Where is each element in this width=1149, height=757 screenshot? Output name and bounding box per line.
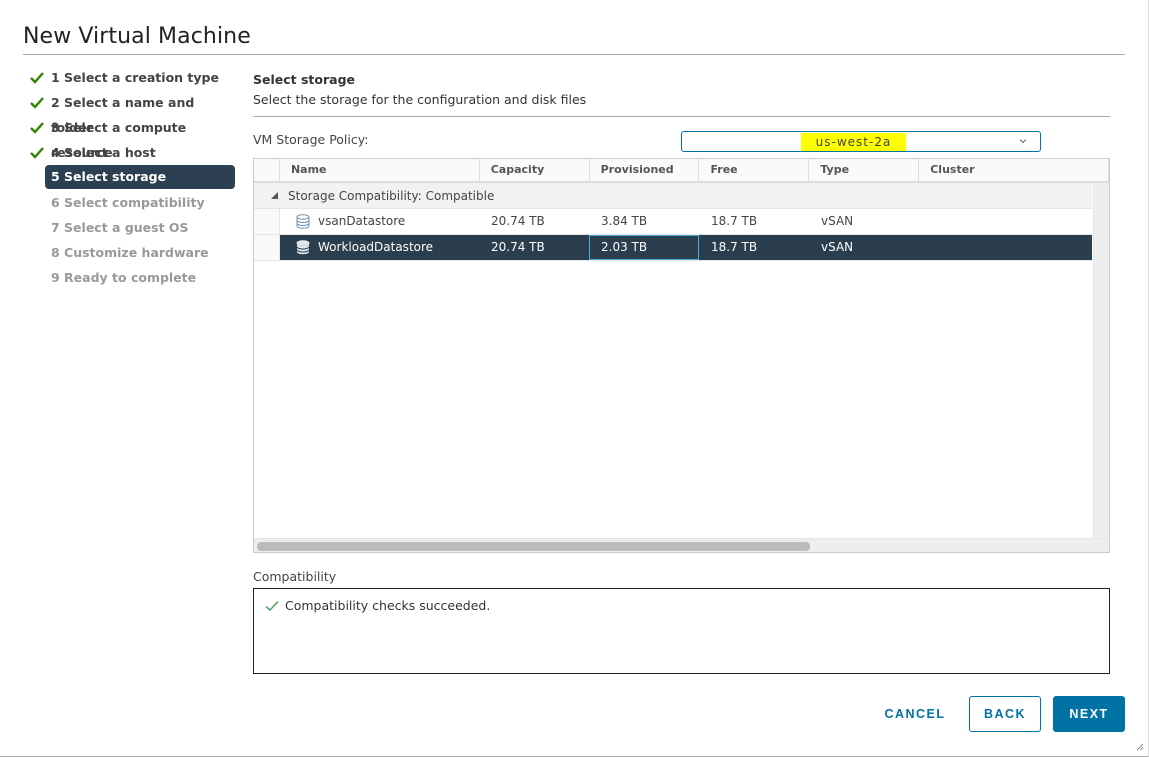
vertical-scrollbar[interactable] (1093, 183, 1109, 540)
step-label: 7 Select a guest OS (51, 220, 189, 235)
cell-type: vSAN (821, 240, 854, 254)
column-header-cluster[interactable]: Cluster (919, 159, 1109, 181)
datastore-name: WorkloadDatastore (318, 240, 434, 254)
datastore-grid: Name Capacity Provisioned Free Type Clus… (253, 158, 1110, 553)
resize-grip-icon[interactable] (1136, 743, 1144, 751)
grid-body: Storage Compatibility: Compatible vsanDa… (254, 183, 1092, 540)
cancel-button[interactable]: CANCEL (872, 696, 958, 732)
select-column-header (254, 159, 280, 181)
row-selector[interactable] (254, 235, 280, 260)
column-header-capacity[interactable]: Capacity (480, 159, 590, 181)
cell-free: 18.7 TB (711, 240, 758, 254)
row-selector[interactable] (254, 209, 280, 234)
step-label: 8 Customize hardware (51, 245, 209, 260)
new-vm-dialog: New Virtual Machine 1 Select a creation … (0, 0, 1149, 757)
cell-free: 18.7 TB (711, 214, 758, 228)
column-header-provisioned[interactable]: Provisioned (590, 159, 700, 181)
section-divider (253, 116, 1110, 117)
column-header-free[interactable]: Free (699, 159, 810, 181)
title-divider (23, 54, 1125, 55)
step-7: 7 Select a guest OS (25, 215, 235, 240)
step-6: 6 Select compatibility (25, 190, 235, 215)
table-row-selected[interactable]: WorkloadDatastore 20.74 TB 2.03 TB 18.7 … (254, 235, 1092, 261)
grid-header: Name Capacity Provisioned Free Type Clus… (254, 159, 1109, 183)
main-panel: Select storage Select the storage for th… (253, 70, 1110, 674)
step-5[interactable]: 5 Select storage (45, 165, 235, 189)
cell-cluster (919, 209, 1092, 234)
step-3[interactable]: 3 Select a compute resource (25, 115, 235, 160)
wizard-steps: 1 Select a creation type 2 Select a name… (25, 65, 235, 290)
row-cells[interactable]: vsanDatastore 20.74 TB 3.84 TB 18.7 TB v… (280, 209, 1092, 234)
check-icon (30, 97, 44, 109)
cell-capacity: 20.74 TB (491, 240, 545, 254)
datastore-icon (296, 214, 310, 229)
cell-cluster (919, 235, 1092, 260)
step-4[interactable]: 4 Select a host (25, 140, 235, 165)
horizontal-scrollbar[interactable] (254, 538, 1109, 552)
group-label: Storage Compatibility: Compatible (288, 189, 495, 203)
success-check-icon (265, 600, 279, 612)
section-title: Select storage (253, 72, 356, 87)
chevron-down-icon (1019, 139, 1027, 144)
step-1[interactable]: 1 Select a creation type (25, 65, 235, 90)
horizontal-scroll-thumb[interactable] (257, 542, 810, 551)
check-icon (30, 122, 44, 134)
step-2[interactable]: 2 Select a name and folder (25, 90, 235, 135)
step-9: 9 Ready to complete (25, 265, 235, 290)
step-label: 4 Select a host (51, 145, 156, 160)
step-label: 1 Select a creation type (51, 70, 219, 85)
cell-capacity: 20.74 TB (491, 214, 545, 228)
collapse-caret-icon[interactable] (271, 192, 278, 199)
check-icon (30, 72, 44, 84)
storage-policy-label: VM Storage Policy: (253, 132, 369, 147)
row-cells[interactable]: WorkloadDatastore 20.74 TB 2.03 TB 18.7 … (280, 235, 1092, 260)
step-label: 9 Ready to complete (51, 270, 197, 285)
column-header-name[interactable]: Name (280, 159, 480, 181)
cell-provisioned: 2.03 TB (589, 235, 699, 260)
cell-name: vsanDatastore (280, 209, 479, 234)
group-row: Storage Compatibility: Compatible (254, 183, 1092, 209)
datastore-name: vsanDatastore (318, 214, 406, 228)
datastore-icon (296, 240, 310, 255)
step-label: 5 Select storage (51, 169, 167, 184)
table-row[interactable]: vsanDatastore 20.74 TB 3.84 TB 18.7 TB v… (254, 209, 1092, 235)
storage-policy-value: us-west-2a (801, 133, 906, 151)
cell-name: WorkloadDatastore (280, 235, 479, 260)
step-8: 8 Customize hardware (25, 240, 235, 265)
column-header-type[interactable]: Type (809, 159, 920, 181)
check-icon (30, 147, 44, 159)
compatibility-label: Compatibility (253, 569, 337, 584)
dialog-title: New Virtual Machine (23, 24, 251, 49)
cell-provisioned: 3.84 TB (601, 214, 648, 228)
step-label: 6 Select compatibility (51, 195, 205, 210)
section-subtitle: Select the storage for the configuration… (253, 92, 587, 107)
compatibility-box: Compatibility checks succeeded. (253, 588, 1110, 674)
cell-type: vSAN (821, 214, 854, 228)
next-button[interactable]: NEXT (1053, 696, 1125, 732)
compatibility-message: Compatibility checks succeeded. (285, 598, 491, 613)
storage-policy-select[interactable]: us-west-2a (681, 131, 1041, 152)
back-button[interactable]: BACK (969, 696, 1041, 732)
